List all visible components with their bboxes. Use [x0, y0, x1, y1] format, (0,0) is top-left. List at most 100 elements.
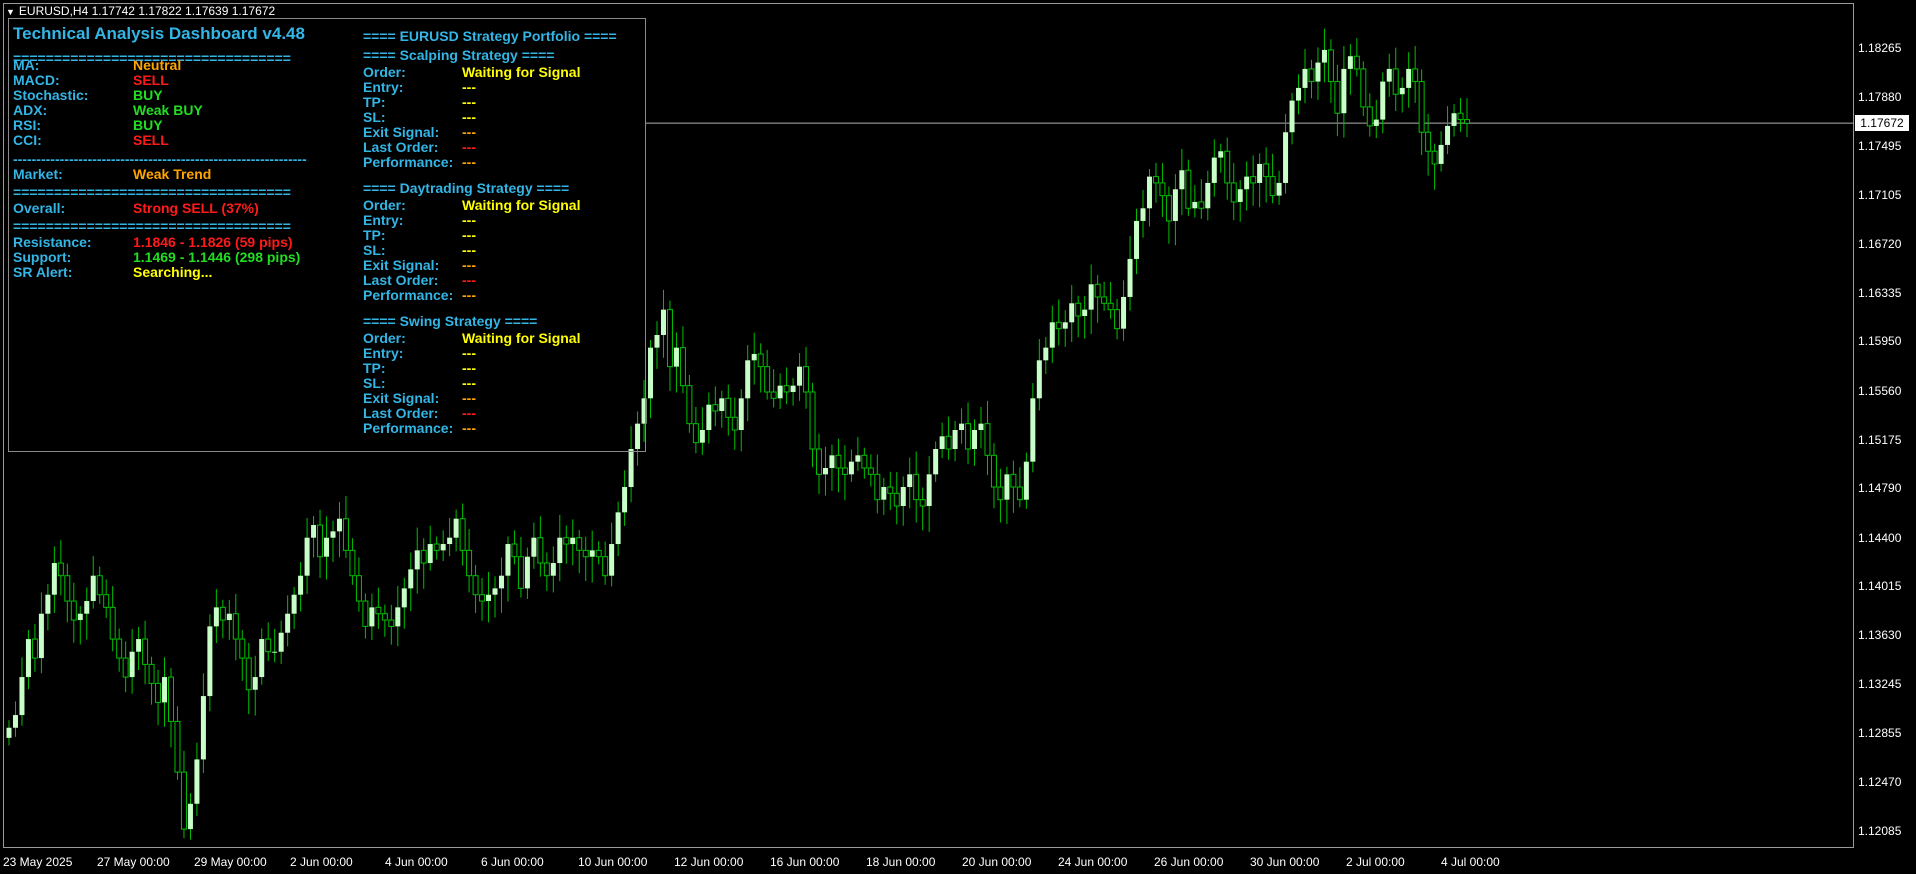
- candle-body: [731, 416, 738, 431]
- candle: [1185, 159, 1192, 216]
- candle-body: [719, 398, 725, 411]
- candle: [330, 520, 336, 563]
- symbol-ohlc: EURUSD,H4 1.17742 1.17822 1.17639 1.1767…: [18, 4, 276, 18]
- strategy-row-value: ---: [462, 375, 476, 391]
- candle-body: [25, 639, 31, 678]
- strategy-row-value: ---: [462, 139, 476, 155]
- candle: [109, 586, 116, 652]
- candle: [395, 586, 401, 647]
- candle-body: [1218, 151, 1224, 158]
- candle: [272, 628, 278, 663]
- candle-body: [524, 556, 530, 589]
- candle: [1218, 143, 1224, 173]
- indicator-value: BUY: [133, 87, 163, 103]
- candle-body: [511, 543, 518, 558]
- candle-body: [835, 454, 842, 469]
- strategy-title: ==== Scalping Strategy ====: [363, 47, 555, 63]
- strategy-row-value: ---: [462, 272, 476, 288]
- candle-body: [259, 639, 265, 678]
- strategy-row-label: Last Order:: [363, 272, 439, 288]
- time-tick-label: 16 Jun 00:00: [770, 855, 840, 869]
- candle: [913, 451, 920, 523]
- strategy-row-label: Performance:: [363, 420, 454, 436]
- candle-body: [563, 537, 570, 545]
- candle: [207, 614, 213, 712]
- candle-body: [304, 537, 310, 576]
- candle: [408, 552, 414, 612]
- candle-body: [1016, 486, 1023, 501]
- symbol-header[interactable]: ▼ EURUSD,H4 1.17742 1.17822 1.17639 1.176…: [6, 4, 275, 18]
- price-tick-label: 1.13630: [1858, 628, 1902, 643]
- candle: [719, 390, 725, 428]
- candle: [1263, 147, 1270, 203]
- candle: [777, 373, 783, 409]
- candle-body: [699, 429, 705, 443]
- candle: [757, 343, 764, 393]
- candle-body: [757, 353, 764, 368]
- candle: [420, 538, 427, 589]
- price-tick-label: 1.12470: [1858, 775, 1902, 790]
- candle: [51, 546, 57, 613]
- candle-body: [1321, 49, 1327, 63]
- candle-body: [1250, 176, 1257, 184]
- price-tick-label: 1.12085: [1858, 824, 1902, 838]
- candle: [1134, 208, 1140, 275]
- candle-body: [472, 575, 479, 596]
- candle: [57, 540, 64, 596]
- candle-body: [479, 594, 486, 602]
- indicator-label: CCI:: [13, 132, 42, 148]
- candle-body: [1296, 87, 1302, 101]
- candle: [472, 565, 479, 613]
- candle: [1302, 49, 1308, 104]
- candle-body: [1134, 220, 1140, 259]
- candle: [1062, 310, 1068, 347]
- strategy-row-value: Waiting for Signal: [462, 64, 581, 80]
- price-tick-label: 1.17105: [1858, 187, 1902, 202]
- candle: [602, 541, 609, 585]
- candle-body: [1392, 68, 1399, 95]
- candle-body: [1412, 68, 1419, 83]
- candle-body: [1366, 106, 1373, 127]
- candle: [136, 626, 142, 670]
- indicator-label: RSI:: [13, 117, 41, 133]
- overall-value: Strong SELL (37%): [133, 200, 259, 216]
- candle: [252, 655, 258, 716]
- candle: [226, 600, 232, 640]
- candle: [570, 519, 576, 566]
- candle-body: [155, 682, 162, 703]
- candle-body: [1127, 258, 1133, 297]
- candle-body: [926, 474, 932, 507]
- candle: [1347, 44, 1353, 95]
- candle: [511, 530, 518, 565]
- overall-label: Overall:: [13, 200, 66, 216]
- candle-body: [252, 677, 258, 690]
- candle: [887, 471, 894, 511]
- dropdown-triangle-icon[interactable]: ▼: [6, 7, 15, 17]
- time-tick-label: 26 Jun 00:00: [1154, 855, 1224, 869]
- candle-body: [375, 606, 382, 615]
- candle: [466, 529, 473, 593]
- candle-body: [342, 518, 349, 551]
- candle-body: [517, 556, 524, 589]
- dashboard-title: Technical Analysis Dashboard v4.48: [13, 24, 305, 43]
- candle-body: [576, 537, 583, 551]
- candle-body: [867, 467, 874, 475]
- candle: [1315, 47, 1321, 100]
- candle: [1055, 299, 1062, 346]
- candle-body: [686, 385, 693, 425]
- candle-body: [1179, 170, 1185, 190]
- candle: [388, 604, 395, 645]
- candle-body: [1030, 398, 1036, 462]
- candle: [245, 642, 252, 715]
- candle-body: [1380, 81, 1386, 120]
- candle-body: [1010, 473, 1017, 488]
- candle: [1321, 28, 1327, 83]
- candle-body: [952, 429, 958, 450]
- candle: [990, 443, 997, 509]
- candle: [648, 340, 654, 419]
- candle-body: [706, 404, 712, 430]
- candle-body: [1399, 87, 1405, 95]
- candle-body: [1237, 189, 1243, 202]
- candle-body: [745, 360, 751, 399]
- time-tick-label: 20 Jun 00:00: [962, 855, 1032, 869]
